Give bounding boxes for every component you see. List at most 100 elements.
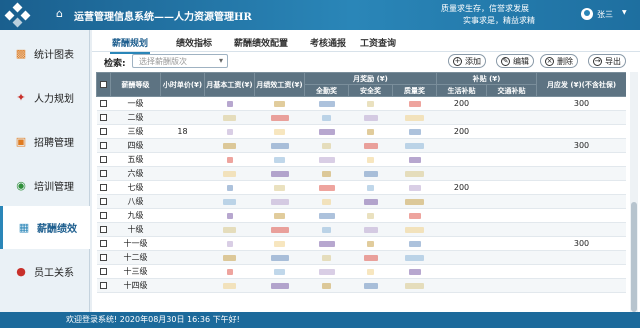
table-row[interactable]: 三级 18 200 [96, 124, 626, 139]
row-checkbox[interactable] [96, 194, 111, 209]
cell-hourly-price [160, 138, 205, 153]
salary-icon: ▦ [18, 221, 30, 234]
cell-value [348, 208, 393, 223]
tab-performance-indicators[interactable]: 绩效指标 [176, 36, 212, 49]
close-icon: × [545, 56, 554, 66]
user-avatar-icon[interactable] [581, 8, 593, 20]
cell-living-subsidy [436, 166, 487, 181]
row-checkbox[interactable] [96, 278, 111, 293]
cell-transport-subsidy [486, 278, 537, 293]
cell-grade: 八级 [110, 194, 161, 209]
sidebar-item-label: 统计图表 [34, 50, 74, 61]
cell-living-subsidy [436, 250, 487, 265]
export-button[interactable]: → 导出 [588, 54, 626, 68]
cell-value [348, 278, 393, 293]
row-checkbox[interactable] [96, 264, 111, 279]
sidebar-item-statistics[interactable]: ▩ 统计图表 [0, 32, 90, 75]
sidebar-item-recruitment[interactable]: ▣ 招聘管理 [0, 120, 90, 163]
table-row[interactable]: 十四级 [96, 278, 626, 293]
row-checkbox[interactable] [96, 180, 111, 195]
vertical-scrollbar[interactable] [630, 72, 638, 312]
tab-assessment-report[interactable]: 考核通报 [310, 36, 346, 49]
row-checkbox[interactable] [96, 208, 111, 223]
cell-monthly-payable: 300 [536, 96, 626, 111]
cell-value [204, 264, 255, 279]
row-checkbox[interactable] [96, 124, 111, 139]
tab-salary-planning[interactable]: 薪酬规划 [109, 36, 151, 54]
user-name[interactable]: 张三 [597, 9, 613, 20]
cell-value [392, 152, 437, 167]
cell-hourly-price [160, 96, 205, 111]
cell-value [348, 138, 393, 153]
cell-value [392, 110, 437, 125]
sidebar-item-salary[interactable]: ▦ 薪酬绩效 [0, 206, 90, 249]
table-row[interactable]: 七级 200 [96, 180, 626, 195]
table-row[interactable]: 五级 [96, 152, 626, 167]
table-row[interactable]: 九级 [96, 208, 626, 223]
table-row[interactable]: 十二级 [96, 250, 626, 265]
row-checkbox[interactable] [96, 138, 111, 153]
add-button[interactable]: + 添加 [448, 54, 486, 68]
row-checkbox[interactable] [96, 96, 111, 111]
cell-grade: 十一级 [110, 236, 161, 251]
cell-value [254, 222, 305, 237]
table-row[interactable]: 十级 [96, 222, 626, 237]
row-checkbox[interactable] [96, 110, 111, 125]
cell-value [392, 96, 437, 111]
row-checkbox[interactable] [96, 236, 111, 251]
cell-value [348, 264, 393, 279]
delete-button[interactable]: × 删除 [540, 54, 578, 68]
row-checkbox[interactable] [96, 166, 111, 181]
row-checkbox[interactable] [96, 222, 111, 237]
sidebar-item-hr-planning[interactable]: ✦ 人力规划 [0, 76, 90, 119]
sidebar-item-training[interactable]: ◉ 培训管理 [0, 164, 90, 207]
cell-living-subsidy: 200 [436, 180, 487, 195]
cell-value [204, 278, 255, 293]
cell-value [392, 250, 437, 265]
cell-value [304, 138, 349, 153]
chevron-down-icon[interactable]: ▼ [622, 9, 627, 16]
table-row[interactable]: 十三级 [96, 264, 626, 279]
cell-value [204, 152, 255, 167]
cell-hourly-price [160, 278, 205, 293]
cell-living-subsidy [436, 208, 487, 223]
cell-hourly-price [160, 208, 205, 223]
cell-transport-subsidy [486, 124, 537, 139]
scrollbar-thumb[interactable] [631, 202, 637, 312]
table-row[interactable]: 八级 [96, 194, 626, 209]
cell-value [204, 194, 255, 209]
table-row[interactable]: 二级 [96, 110, 626, 125]
cell-value [392, 208, 437, 223]
cell-value [254, 208, 305, 223]
table-row[interactable]: 四级 300 [96, 138, 626, 153]
sidebar-item-label: 薪酬绩效 [37, 224, 77, 235]
edit-button[interactable]: ✎ 编辑 [496, 54, 534, 68]
tab-salary-config[interactable]: 薪酬绩效配置 [234, 36, 288, 49]
cell-value [304, 250, 349, 265]
tab-wage-query[interactable]: 工资查询 [360, 36, 396, 49]
cell-living-subsidy [436, 222, 487, 237]
cell-value [392, 138, 437, 153]
col-attendance-award: 全勤奖 [304, 84, 349, 97]
row-checkbox[interactable] [96, 152, 111, 167]
sidebar-item-employee-relations[interactable]: ● 员工关系 [0, 250, 90, 293]
table-row[interactable]: 一级 200 300 [96, 96, 626, 111]
home-icon[interactable]: ⌂ [56, 7, 63, 20]
plus-icon: + [453, 56, 462, 66]
row-checkbox[interactable] [96, 250, 111, 265]
sidebar: ▩ 统计图表 ✦ 人力规划 ▣ 招聘管理 ◉ 培训管理 ▦ 薪酬绩效 ● 员工关… [0, 30, 90, 312]
select-all-checkbox[interactable] [96, 72, 111, 97]
col-transport-subsidy: 交通补贴 [486, 84, 537, 97]
cell-value [304, 236, 349, 251]
motto-line-2: 实事求是，精益求精 [463, 16, 535, 25]
cell-monthly-payable [536, 278, 626, 293]
table-row[interactable]: 十一级 300 [96, 236, 626, 251]
sidebar-item-label: 人力规划 [34, 94, 74, 105]
col-monthly-payable: 月应发 (¥)(不含社保) [536, 72, 626, 97]
version-select[interactable]: 选择薪酬版次 [132, 54, 228, 68]
cell-value [204, 166, 255, 181]
cell-value [304, 110, 349, 125]
table-row[interactable]: 六级 [96, 166, 626, 181]
cell-grade: 七级 [110, 180, 161, 195]
app-logo-icon [4, 2, 31, 28]
